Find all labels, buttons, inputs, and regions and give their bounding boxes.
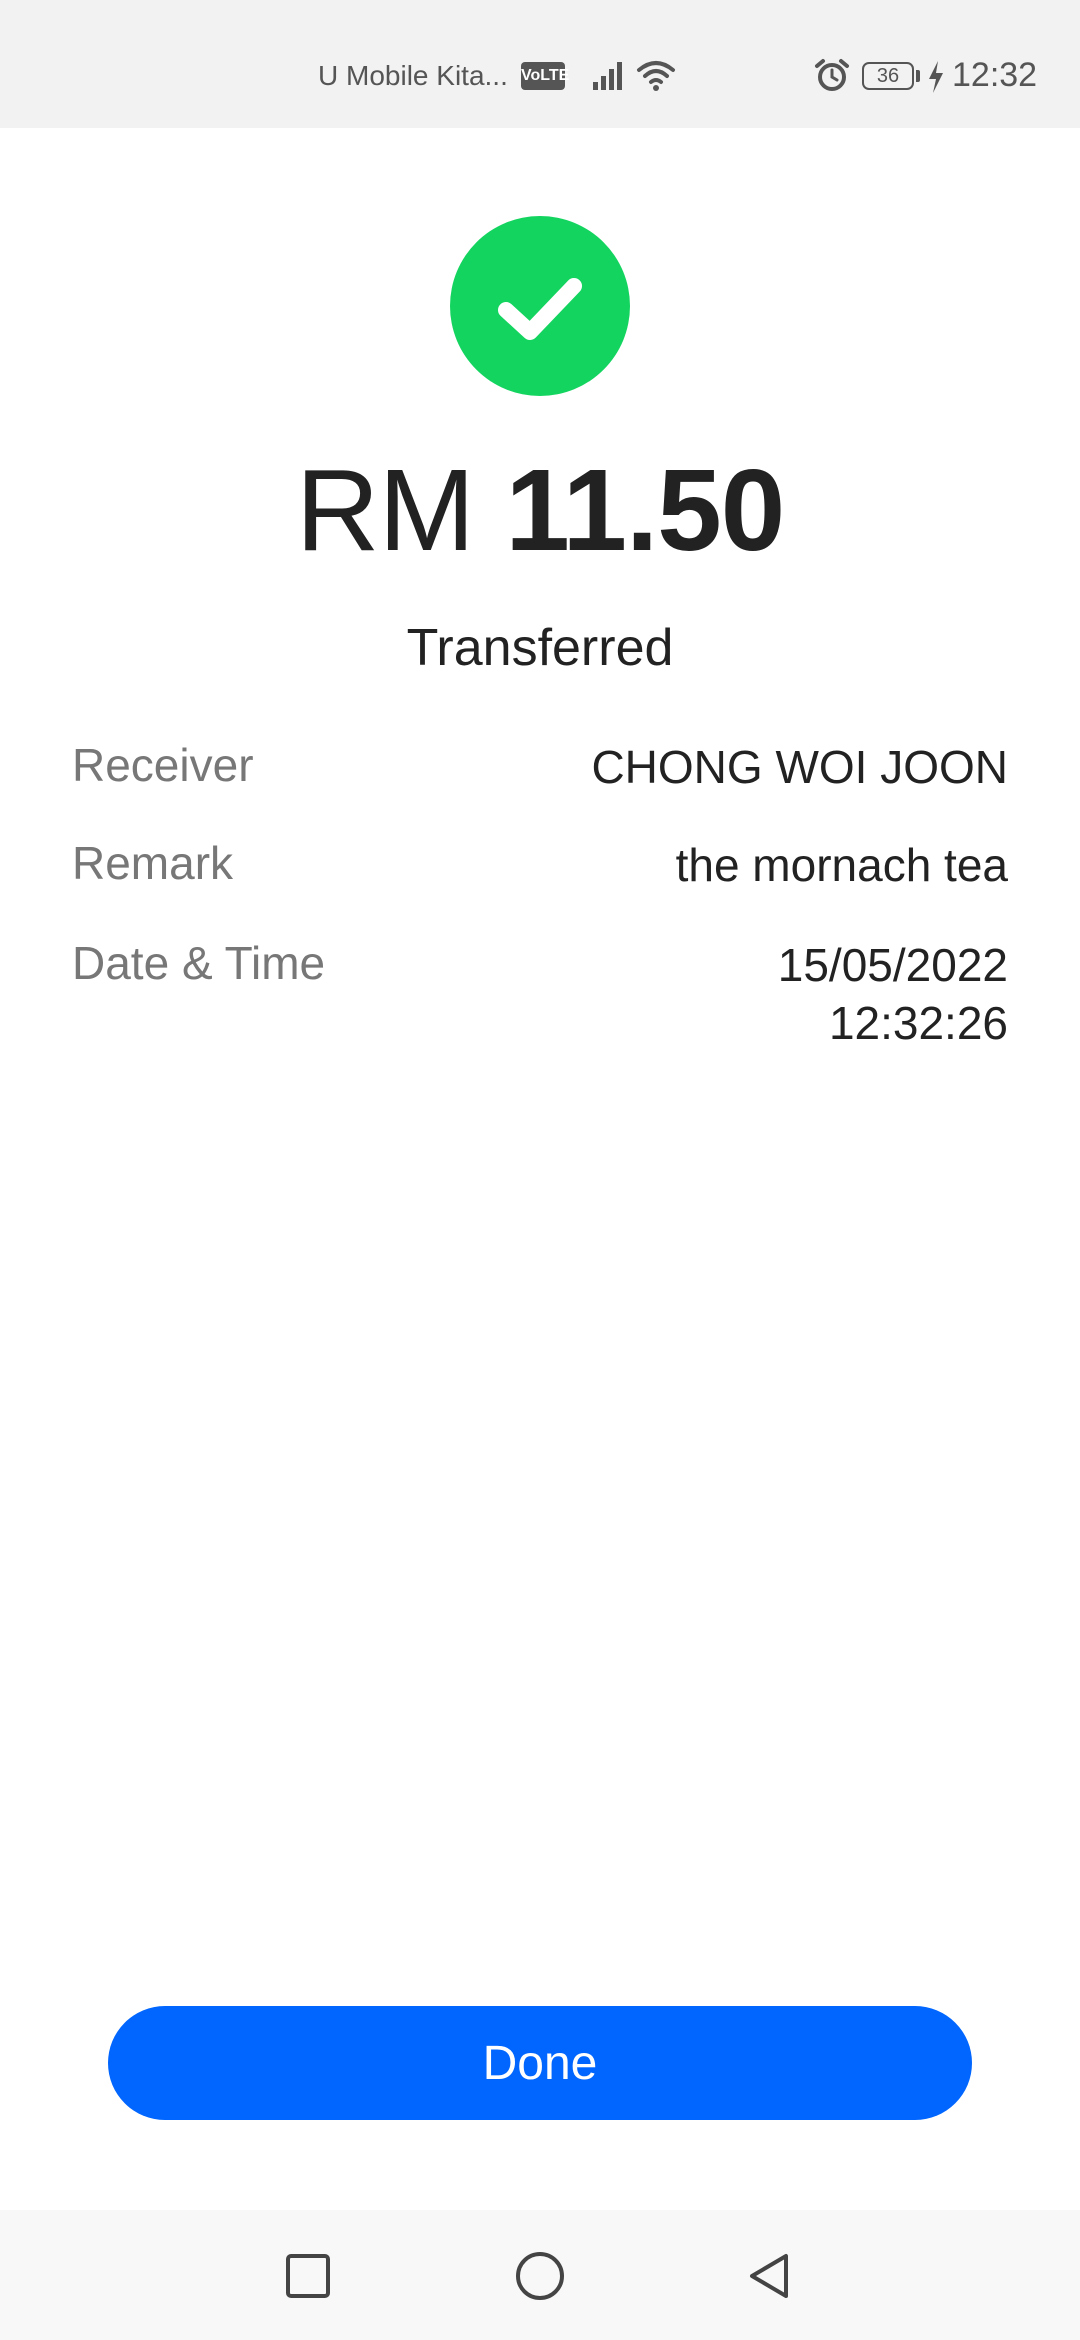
remark-label: Remark xyxy=(72,837,234,889)
circle-icon[interactable] xyxy=(508,2244,572,2308)
datetime-value: 15/05/2022 12:32:26 xyxy=(778,936,1008,1052)
battery-level: 36 xyxy=(862,62,914,90)
done-button[interactable]: Done xyxy=(108,2006,972,2120)
status-time: 12:32 xyxy=(952,56,1038,94)
alarm-icon xyxy=(814,58,850,99)
status-bar: U Mobile Kita... VoLTE 36 12:32 xyxy=(0,0,1080,128)
triangle-back-icon[interactable] xyxy=(738,2244,802,2308)
wifi-icon xyxy=(636,58,676,97)
transfer-amount: RM 11.50 xyxy=(0,440,1080,580)
remark-value: the mornach tea xyxy=(675,839,1008,891)
check-circle-icon xyxy=(450,216,630,396)
amount-value: 11.50 xyxy=(505,445,785,575)
receiver-label: Receiver xyxy=(72,739,254,791)
volte-badge: VoLTE xyxy=(521,62,569,90)
charging-icon xyxy=(926,60,946,99)
signal-icon xyxy=(592,60,626,97)
transfer-status: Transferred xyxy=(406,619,674,677)
datetime-label: Date & Time xyxy=(72,937,326,989)
time-value: 12:32:26 xyxy=(828,997,1008,1049)
receiver-value: CHONG WOI JOON xyxy=(591,741,1008,793)
date-value: 15/05/2022 xyxy=(777,939,1008,991)
navigation-bar xyxy=(0,2210,1080,2340)
battery-icon xyxy=(916,70,920,82)
carrier-name: U Mobile Kita... xyxy=(318,60,508,91)
currency-label: RM xyxy=(295,445,475,575)
square-icon[interactable] xyxy=(276,2244,340,2308)
